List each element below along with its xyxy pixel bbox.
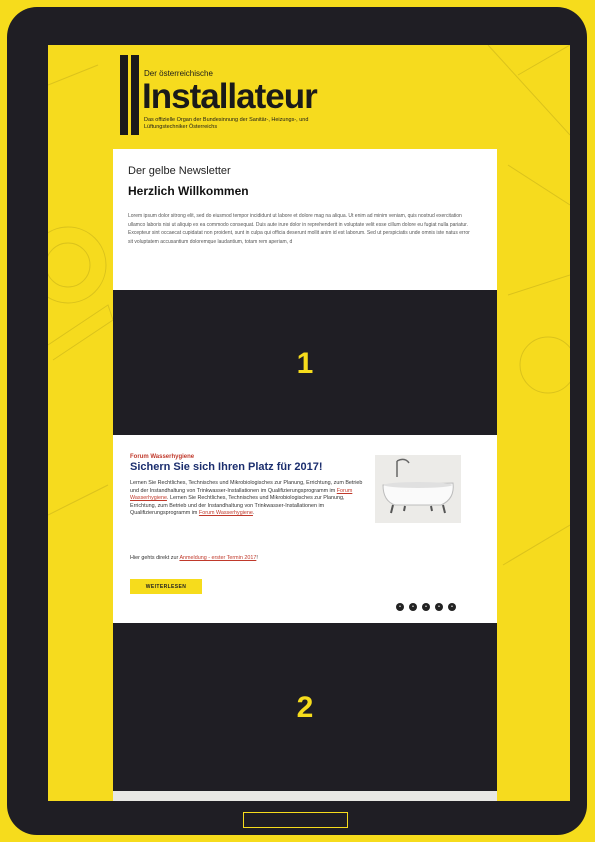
intro-text: Lorem ipsum dolor sitrong elit, sed do e… <box>128 213 470 245</box>
newsletter-screen[interactable]: Der österreichische Installateur Das off… <box>48 45 570 801</box>
media-placeholder-1[interactable]: 1 <box>113 290 497 435</box>
article-body: Lernen Sie Rechtliches, Technisches und … <box>130 480 365 518</box>
installateur-logo[interactable]: Der österreichische Installateur Das off… <box>120 55 370 145</box>
footer-strip <box>113 791 497 801</box>
registration-link[interactable]: Anmeldung - erster Termin 2017 <box>179 555 256 561</box>
logo-name: Installateur <box>142 77 318 116</box>
logo-tagline: Das offizielle Organ der Bundesinnung de… <box>144 117 309 130</box>
article-card: Forum Wasserhygiene Sichern Sie sich Ihr… <box>113 435 497 623</box>
carousel-dot-icon[interactable]: • <box>396 603 404 611</box>
article-kicker: Forum Wasserhygiene <box>130 454 195 460</box>
carousel-dot-icon[interactable]: • <box>435 603 443 611</box>
home-button[interactable] <box>243 812 348 828</box>
newsletter-title: Der gelbe Newsletter <box>128 165 231 177</box>
welcome-heading: Herzlich Willkommen <box>128 184 249 198</box>
carousel-dot-icon[interactable]: • <box>409 603 417 611</box>
media-placeholder-2[interactable]: 2 <box>113 623 497 791</box>
logo-bars-icon <box>120 55 140 135</box>
carousel-dots: • • • • • <box>396 603 456 611</box>
registration-prefix: Hier gehts direkt zur <box>130 555 180 561</box>
bathtub-image[interactable] <box>375 455 461 523</box>
placeholder-number-1: 1 <box>296 347 314 380</box>
article-body-end: . <box>252 510 255 517</box>
registration-suffix: ! <box>256 555 258 561</box>
registration-line: Hier gehts direkt zur Anmeldung - erster… <box>130 555 365 561</box>
read-more-button[interactable]: WEITERLESEN <box>130 579 202 594</box>
forum-link-2[interactable]: Forum Wasserhygiene <box>199 510 253 516</box>
placeholder-number-2: 2 <box>296 691 314 724</box>
article-headline[interactable]: Sichern Sie sich Ihren Platz für 2017! <box>130 461 323 473</box>
tablet-frame: Der österreichische Installateur Das off… <box>7 7 587 835</box>
carousel-dot-icon[interactable]: • <box>422 603 430 611</box>
carousel-dot-icon[interactable]: • <box>448 603 456 611</box>
article-body-part1: Lernen Sie Rechtliches, Technisches und … <box>130 480 363 494</box>
intro-card: Der gelbe Newsletter Herzlich Willkommen… <box>113 149 497 291</box>
